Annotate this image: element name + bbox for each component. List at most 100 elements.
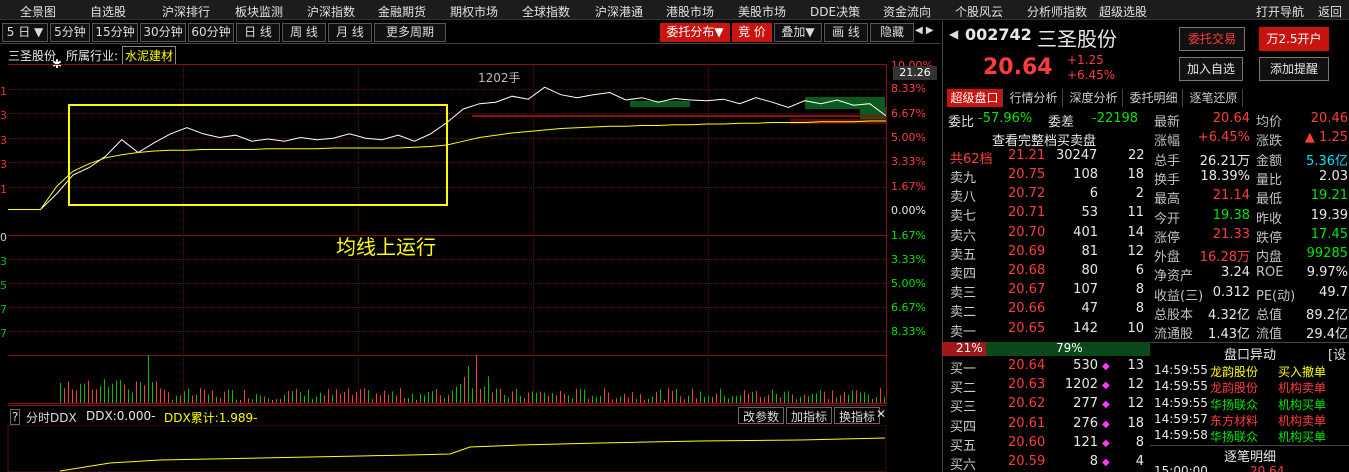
overlay-label: 叠加 bbox=[781, 25, 806, 39]
menu-meigu-shichang[interactable]: 美股市场 bbox=[738, 3, 786, 20]
btn-30min[interactable]: 30分钟 bbox=[140, 23, 186, 42]
sell-level-row[interactable]: 卖四 20.68 80 6 bbox=[948, 263, 1148, 282]
stat-label: ROE bbox=[1256, 265, 1284, 281]
price-change: +1.25 bbox=[1067, 53, 1104, 67]
sell-level-row[interactable]: 卖七 20.71 53 11 bbox=[948, 205, 1148, 224]
volume-bar bbox=[608, 392, 609, 403]
volume-bar bbox=[116, 380, 117, 403]
ddx-help-icon[interactable]: ? bbox=[10, 409, 21, 425]
btn-order-distribution[interactable]: 委托分布▼ bbox=[660, 23, 730, 42]
volume-bar bbox=[480, 388, 481, 403]
btn-add-watchlist[interactable]: 加入自选 bbox=[1179, 57, 1243, 81]
menu-hushen-paihang[interactable]: 沪深排行 bbox=[162, 3, 210, 20]
btn-change-params[interactable]: 改参数 bbox=[738, 407, 785, 424]
pankou-row[interactable]: 14:59:55 龙韵股份 机构卖单 bbox=[1152, 379, 1348, 395]
buy-level-row[interactable]: 买四 20.61 276 ◆ 18 bbox=[948, 416, 1148, 435]
right-axis-label: 6.67% bbox=[891, 301, 926, 314]
btn-5min[interactable]: 5分钟 bbox=[50, 23, 90, 42]
sell-level-row[interactable]: 卖三 20.67 107 8 bbox=[948, 282, 1148, 301]
buy-level-row[interactable]: 买二 20.63 1202 ◆ 12 bbox=[948, 377, 1148, 396]
menu-gegu-fengyun[interactable]: 个股风云 bbox=[955, 3, 1003, 20]
pankou-settings[interactable]: [设 bbox=[1328, 344, 1346, 363]
menu-jinrong-qihuo[interactable]: 金融期货 bbox=[378, 3, 426, 20]
menu-quanqiu-zhishu[interactable]: 全球指数 bbox=[522, 3, 570, 20]
pankou-row[interactable]: 14:59:55 龙韵股份 买入撤单 bbox=[1152, 363, 1348, 379]
btn-add-alert[interactable]: 添加提醒 bbox=[1259, 57, 1329, 81]
volume-bar bbox=[460, 383, 461, 403]
tab-deep-analysis[interactable]: 深度分析 bbox=[1065, 89, 1123, 107]
btn-overlay[interactable]: 叠加▼ bbox=[774, 23, 822, 42]
menu-fenxishi-zhishu[interactable]: 分析师指数 bbox=[1027, 3, 1087, 20]
stat-value: 20.46 bbox=[1310, 111, 1348, 126]
buy-level-row[interactable]: 买三 20.62 277 ◆ 12 bbox=[948, 396, 1148, 415]
pankou-row[interactable]: 14:59:57 东方材料 机构卖单 bbox=[1152, 412, 1348, 428]
menu-zijin-liuxiang[interactable]: 资金流向 bbox=[883, 3, 931, 20]
buy-level-row[interactable]: 买一 20.64 530 ◆ 13 bbox=[948, 358, 1148, 377]
stat-value: +6.45% bbox=[1197, 130, 1250, 146]
btn-60min[interactable]: 60分钟 bbox=[188, 23, 234, 42]
sell-level-row[interactable]: 卖一 20.65 142 10 bbox=[948, 321, 1148, 340]
btn-monthly[interactable]: 月 线 bbox=[328, 23, 372, 42]
volume-bar bbox=[400, 388, 401, 403]
btn-add-indicator[interactable]: 加指标 bbox=[786, 407, 833, 424]
volume-bar bbox=[852, 390, 853, 403]
annotation-text: 均线上运行 bbox=[336, 235, 436, 259]
menu-gangu-shichang[interactable]: 港股市场 bbox=[666, 3, 714, 20]
menu-qiquan-shichang[interactable]: 期权市场 bbox=[450, 3, 498, 20]
pankou-row[interactable]: 14:59:55 华扬联众 机构买单 bbox=[1152, 396, 1348, 412]
volume-bar bbox=[548, 395, 549, 403]
volume-bar bbox=[360, 389, 361, 403]
tab-order-detail[interactable]: 委托明细 bbox=[1125, 89, 1183, 107]
sell-level-row[interactable]: 卖九 20.75 108 18 bbox=[948, 167, 1148, 186]
btn-more-periods[interactable]: 更多周期 bbox=[374, 23, 446, 42]
volume-bar bbox=[736, 396, 737, 403]
menu-bankuai-jiance[interactable]: 板块监测 bbox=[235, 3, 283, 20]
stat-label: 涨停 bbox=[1154, 230, 1181, 246]
volume-bar bbox=[180, 395, 181, 403]
btn-hide[interactable]: 隐藏 bbox=[870, 23, 914, 42]
sell-level-row[interactable]: 卖五 20.69 81 12 bbox=[948, 244, 1148, 263]
buy-level-row[interactable]: 买六 20.59 8 ◆ 4 bbox=[948, 454, 1148, 472]
tab-tick-replay[interactable]: 逐笔还原 bbox=[1185, 89, 1243, 107]
ddx-close-icon[interactable]: ✕ bbox=[876, 407, 886, 421]
btn-weekly[interactable]: 周 线 bbox=[282, 23, 326, 42]
menu-quanjingtu[interactable]: 全景图 bbox=[20, 3, 56, 20]
btn-switch-indicator[interactable]: 换指标 bbox=[834, 407, 881, 424]
sell-level-row[interactable]: 卖八 20.72 6 2 bbox=[948, 186, 1148, 205]
level-volume: 530 bbox=[1073, 358, 1098, 373]
tab-super-pankou[interactable]: 超级盘口 bbox=[947, 89, 1003, 107]
btn-daily[interactable]: 日 线 bbox=[236, 23, 280, 42]
menu-hushen-zhishu[interactable]: 沪深指数 bbox=[307, 3, 355, 20]
sell-level-row[interactable]: 卖二 20.66 47 8 bbox=[948, 301, 1148, 320]
nav-arrows[interactable]: ◀ ▶ bbox=[915, 25, 934, 36]
tab-market-analysis[interactable]: 行情分析 bbox=[1005, 89, 1063, 107]
btn-trade[interactable]: 委托交易 bbox=[1179, 27, 1245, 51]
menu-zixuangu[interactable]: 自选股 bbox=[90, 3, 126, 20]
alert-time: 14:59:55 bbox=[1154, 379, 1208, 394]
menu-dde-juece[interactable]: DDE决策 bbox=[810, 3, 860, 20]
alert-time: 14:59:55 bbox=[1154, 363, 1208, 377]
full-book-link[interactable]: 查看完整档买卖盘 bbox=[992, 130, 1096, 149]
btn-open-account[interactable]: 万2.5开户 bbox=[1259, 27, 1329, 51]
btn-auction[interactable]: 竞 价 bbox=[732, 23, 772, 42]
volume-bar bbox=[136, 381, 137, 403]
buy-level-row[interactable]: 买五 20.60 121 ◆ 8 bbox=[948, 435, 1148, 454]
volume-bar bbox=[112, 383, 113, 403]
collapse-icon[interactable]: ◀ bbox=[949, 27, 958, 41]
volume-bar bbox=[884, 397, 885, 403]
sell-level-row[interactable]: 卖六 20.70 401 14 bbox=[948, 225, 1148, 244]
stat-value: 19.38 bbox=[1212, 207, 1250, 223]
btn-draw-line[interactable]: 画 线 bbox=[824, 23, 868, 42]
volume-bar bbox=[712, 396, 713, 403]
menu-back[interactable]: 返回 bbox=[1318, 3, 1342, 20]
menu-hushen-gangtong[interactable]: 沪深港通 bbox=[595, 3, 643, 20]
volume-bar bbox=[572, 398, 573, 403]
menu-open-nav[interactable]: 打开导航 bbox=[1256, 3, 1304, 20]
period-select[interactable]: 5 日 ▼ bbox=[2, 23, 48, 42]
menu-chaoji-xuangu[interactable]: 超级选股 bbox=[1099, 3, 1147, 20]
volume-bar bbox=[336, 389, 337, 403]
pankou-row[interactable]: 14:59:58 华扬联众 机构买单 bbox=[1152, 428, 1348, 444]
level-volume: 47 bbox=[1081, 301, 1098, 317]
alert-action: 机构买单 bbox=[1278, 430, 1327, 445]
btn-15min[interactable]: 15分钟 bbox=[92, 23, 138, 42]
